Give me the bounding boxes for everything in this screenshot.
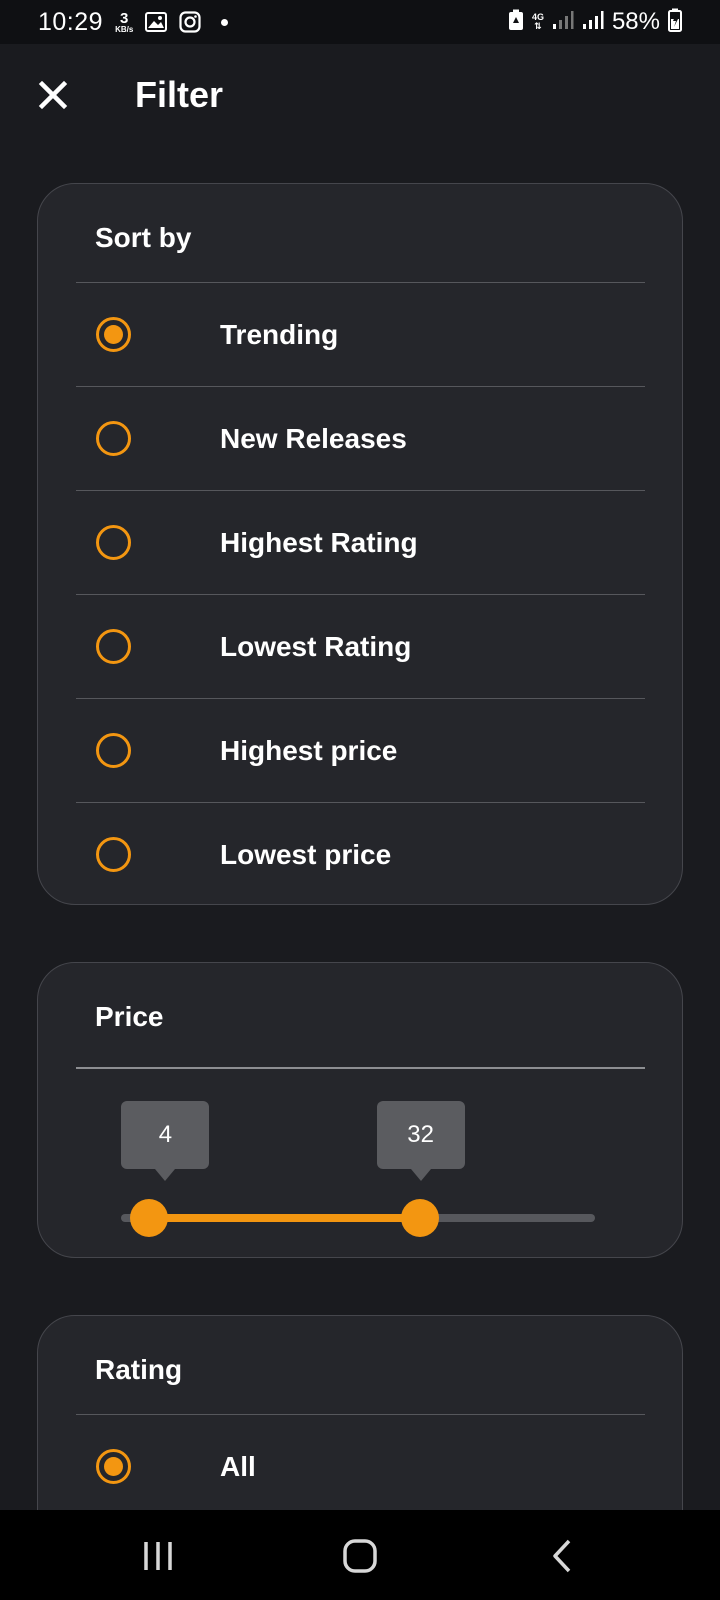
- sort-option-lowest-rating[interactable]: Lowest Rating: [76, 595, 645, 699]
- rating-option-all[interactable]: All: [76, 1415, 645, 1519]
- price-slider-range-fill: [149, 1214, 420, 1222]
- signal-icon-2: [582, 10, 604, 35]
- radio-unselected-icon[interactable]: [96, 421, 131, 456]
- price-max-thumb[interactable]: [400, 1199, 439, 1237]
- gallery-icon: [145, 12, 168, 32]
- signal-icon: [552, 10, 574, 35]
- sort-option-label: Lowest Rating: [220, 631, 412, 662]
- price-max-tooltip: 32: [376, 1101, 465, 1181]
- close-icon: [38, 80, 68, 110]
- price-max-value: 32: [407, 1121, 434, 1148]
- home-button[interactable]: [330, 1536, 390, 1576]
- battery-percent: 58%: [611, 8, 660, 35]
- sort-option-label: Highest Rating: [220, 527, 418, 558]
- system-nav-bar: [0, 1510, 720, 1600]
- recents-icon: [144, 1542, 172, 1570]
- sort-option-new-releases[interactable]: New Releases: [76, 387, 645, 491]
- network-type-label: 4G: [531, 12, 544, 22]
- sort-option-trending[interactable]: Trending: [76, 283, 645, 387]
- status-time: 10:29: [38, 7, 104, 36]
- sort-option-label: Trending: [220, 319, 339, 350]
- rating-option-label: All: [220, 1451, 256, 1482]
- back-icon: [553, 1539, 571, 1573]
- sort-by-card: Sort by Trending New Releases Highest Ra…: [37, 183, 683, 905]
- rating-title: Rating: [95, 1354, 183, 1385]
- page-title: Filter: [135, 74, 224, 115]
- status-bar: 10:29 3 KB/s 4G ⇅ 58%: [0, 0, 720, 44]
- sort-option-label: Lowest price: [220, 839, 392, 870]
- back-button[interactable]: [532, 1536, 592, 1576]
- close-button[interactable]: [32, 74, 74, 116]
- price-min-thumb[interactable]: [130, 1199, 169, 1237]
- sort-by-title: Sort by: [95, 222, 192, 253]
- net-speed-value: 3: [120, 9, 129, 27]
- recents-button[interactable]: [128, 1536, 188, 1576]
- radio-selected-icon[interactable]: [96, 1449, 131, 1484]
- price-min-value: 4: [158, 1121, 173, 1148]
- sort-option-highest-price[interactable]: Highest price: [76, 699, 645, 803]
- sort-option-label: Highest price: [220, 735, 398, 766]
- sort-option-label: New Releases: [220, 423, 407, 454]
- radio-unselected-icon[interactable]: [96, 837, 131, 872]
- notification-dot-icon: [221, 18, 229, 26]
- sort-option-lowest-price[interactable]: Lowest price: [76, 803, 645, 904]
- price-slider-track[interactable]: [121, 1214, 595, 1222]
- net-speed-unit: KB/s: [115, 24, 134, 34]
- price-title: Price: [95, 1001, 164, 1032]
- net-speed-indicator: 3 KB/s: [115, 11, 133, 34]
- instagram-icon: [179, 11, 201, 33]
- radio-unselected-icon[interactable]: [96, 629, 131, 664]
- price-card: Price 4 32: [37, 962, 683, 1258]
- price-min-tooltip: 4: [121, 1101, 210, 1181]
- filter-screen: 10:29 3 KB/s 4G ⇅ 58% Filter Sort by Tre…: [0, 0, 720, 1600]
- radio-selected-icon[interactable]: [96, 317, 131, 352]
- network-type: 4G ⇅: [531, 12, 544, 31]
- home-icon: [343, 1539, 377, 1573]
- sort-option-highest-rating[interactable]: Highest Rating: [76, 491, 645, 595]
- radio-unselected-icon[interactable]: [96, 525, 131, 560]
- price-divider: [76, 1067, 645, 1069]
- battery-saver-icon: [508, 9, 524, 36]
- status-right-group: 4G ⇅ 58%: [508, 8, 682, 37]
- radio-unselected-icon[interactable]: [96, 733, 131, 768]
- battery-icon: [668, 8, 682, 37]
- header: Filter: [0, 44, 720, 152]
